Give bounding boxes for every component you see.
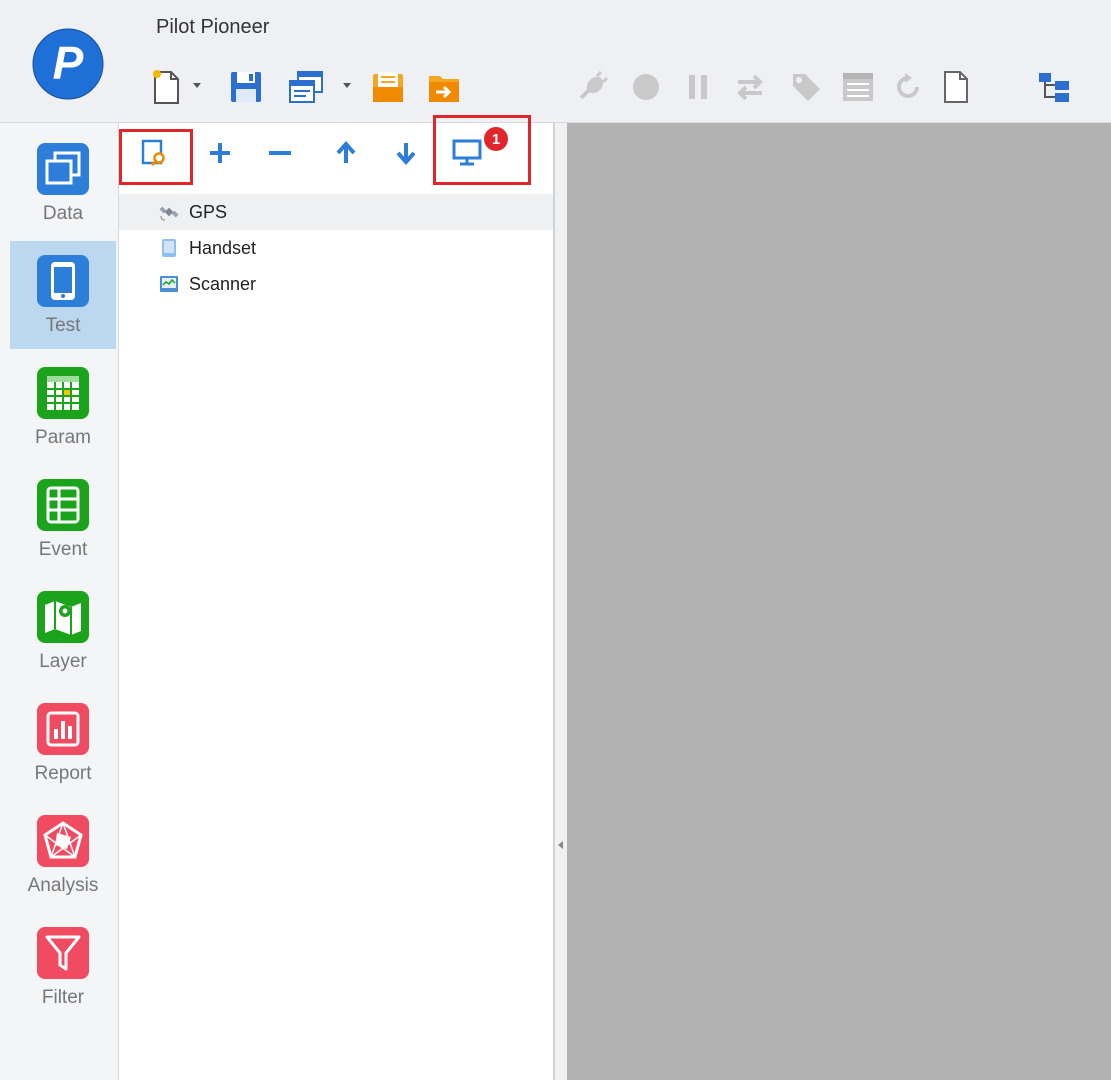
notification-badge: 1 (484, 127, 508, 151)
pause-icon (689, 75, 707, 99)
device-search-icon (141, 139, 165, 167)
tree-item-handset[interactable]: Handset (119, 230, 553, 266)
refresh-icon (897, 73, 919, 98)
export-folder-icon (429, 76, 459, 102)
open-button[interactable] (368, 62, 408, 112)
window-button[interactable] (286, 62, 326, 112)
minus-icon (269, 151, 291, 155)
monitor-icon (452, 139, 482, 166)
nav-item-param[interactable]: Param (10, 353, 116, 461)
export-button[interactable] (424, 62, 464, 112)
scanner-icon (159, 274, 179, 294)
open-folder-icon (373, 72, 403, 102)
tree-item-gps[interactable]: GPS (119, 194, 553, 230)
data-icon (37, 143, 89, 195)
analysis-icon (37, 815, 89, 867)
param-icon (37, 367, 89, 419)
device-panel: 1 GPS Handset Scanner (119, 115, 554, 1080)
panel-toolbar: 1 (119, 115, 553, 185)
plus-icon (210, 143, 230, 163)
swap-button[interactable] (730, 62, 770, 112)
nav-label-filter: Filter (41, 987, 85, 1008)
record-button[interactable] (626, 62, 666, 112)
handset-icon (159, 238, 179, 258)
tag-icon (793, 74, 820, 101)
nav-label-event: Event (38, 539, 88, 560)
satellite-icon (159, 202, 179, 222)
window-icon (289, 71, 323, 103)
nav-item-layer[interactable]: Layer (10, 577, 116, 685)
new-button[interactable] (148, 62, 184, 112)
content-area (567, 123, 1111, 1080)
settings-panel-icon (843, 73, 873, 101)
save-icon (231, 72, 261, 102)
nav-item-report[interactable]: Report (10, 689, 116, 797)
test-icon (37, 255, 89, 307)
nav-item-data[interactable]: Data (10, 129, 116, 237)
nav-label-test: Test (45, 315, 81, 336)
move-up-button[interactable] (326, 135, 366, 171)
app-title: Pilot Pioneer (156, 16, 270, 38)
connect-plug-icon (579, 70, 609, 100)
layer-icon (37, 591, 89, 643)
tag-button[interactable] (786, 62, 826, 112)
tree-label-handset: Handset (189, 237, 257, 258)
swap-arrows-icon (737, 74, 763, 101)
nav-label-param: Param (35, 427, 91, 448)
add-button[interactable] (200, 135, 240, 171)
tree-item-scanner[interactable]: Scanner (119, 266, 553, 302)
arrow-up-icon (336, 141, 356, 163)
refresh-button[interactable] (888, 62, 928, 112)
tree-label-gps: GPS (189, 201, 228, 222)
new-dropdown-caret-icon[interactable] (192, 80, 202, 90)
nav-item-filter[interactable]: Filter (10, 913, 116, 1021)
arrow-down-icon (396, 143, 416, 165)
app-logo: P (32, 28, 104, 100)
record-icon (633, 74, 659, 100)
nav-item-test[interactable]: Test (10, 241, 116, 349)
nav-label-layer: Layer (39, 651, 87, 672)
filter-icon (37, 927, 89, 979)
header: P Pilot Pioneer (0, 0, 1111, 123)
settings-panel-button[interactable] (838, 62, 878, 112)
folder-tree-button[interactable] (1034, 62, 1074, 112)
collapse-arrow-icon[interactable] (558, 841, 564, 849)
device-monitor-button[interactable] (447, 135, 487, 171)
window-dropdown-caret-icon[interactable] (342, 80, 352, 90)
report-icon (37, 703, 89, 755)
nav-label-report: Report (34, 763, 92, 784)
connect-button[interactable] (572, 62, 612, 112)
panel-splitter[interactable] (554, 123, 568, 1080)
nav-item-analysis[interactable]: Analysis (10, 801, 116, 909)
nav-label-data: Data (42, 203, 84, 224)
folder-tree-icon (1039, 73, 1069, 102)
page-icon (944, 71, 968, 103)
page-button[interactable] (936, 62, 976, 112)
nav-item-event[interactable]: Event (10, 465, 116, 573)
nav-label-analysis: Analysis (27, 875, 99, 896)
left-nav: Data Test Param Event Layer Report Analy… (0, 123, 119, 1080)
move-down-button[interactable] (386, 135, 426, 171)
app-logo-letter: P (53, 37, 84, 89)
device-search-button[interactable] (134, 135, 174, 171)
event-icon (37, 479, 89, 531)
save-button[interactable] (226, 62, 266, 112)
new-document-icon (153, 70, 179, 104)
remove-button[interactable] (260, 135, 300, 171)
tree-label-scanner: Scanner (189, 273, 257, 294)
pause-button[interactable] (678, 62, 718, 112)
